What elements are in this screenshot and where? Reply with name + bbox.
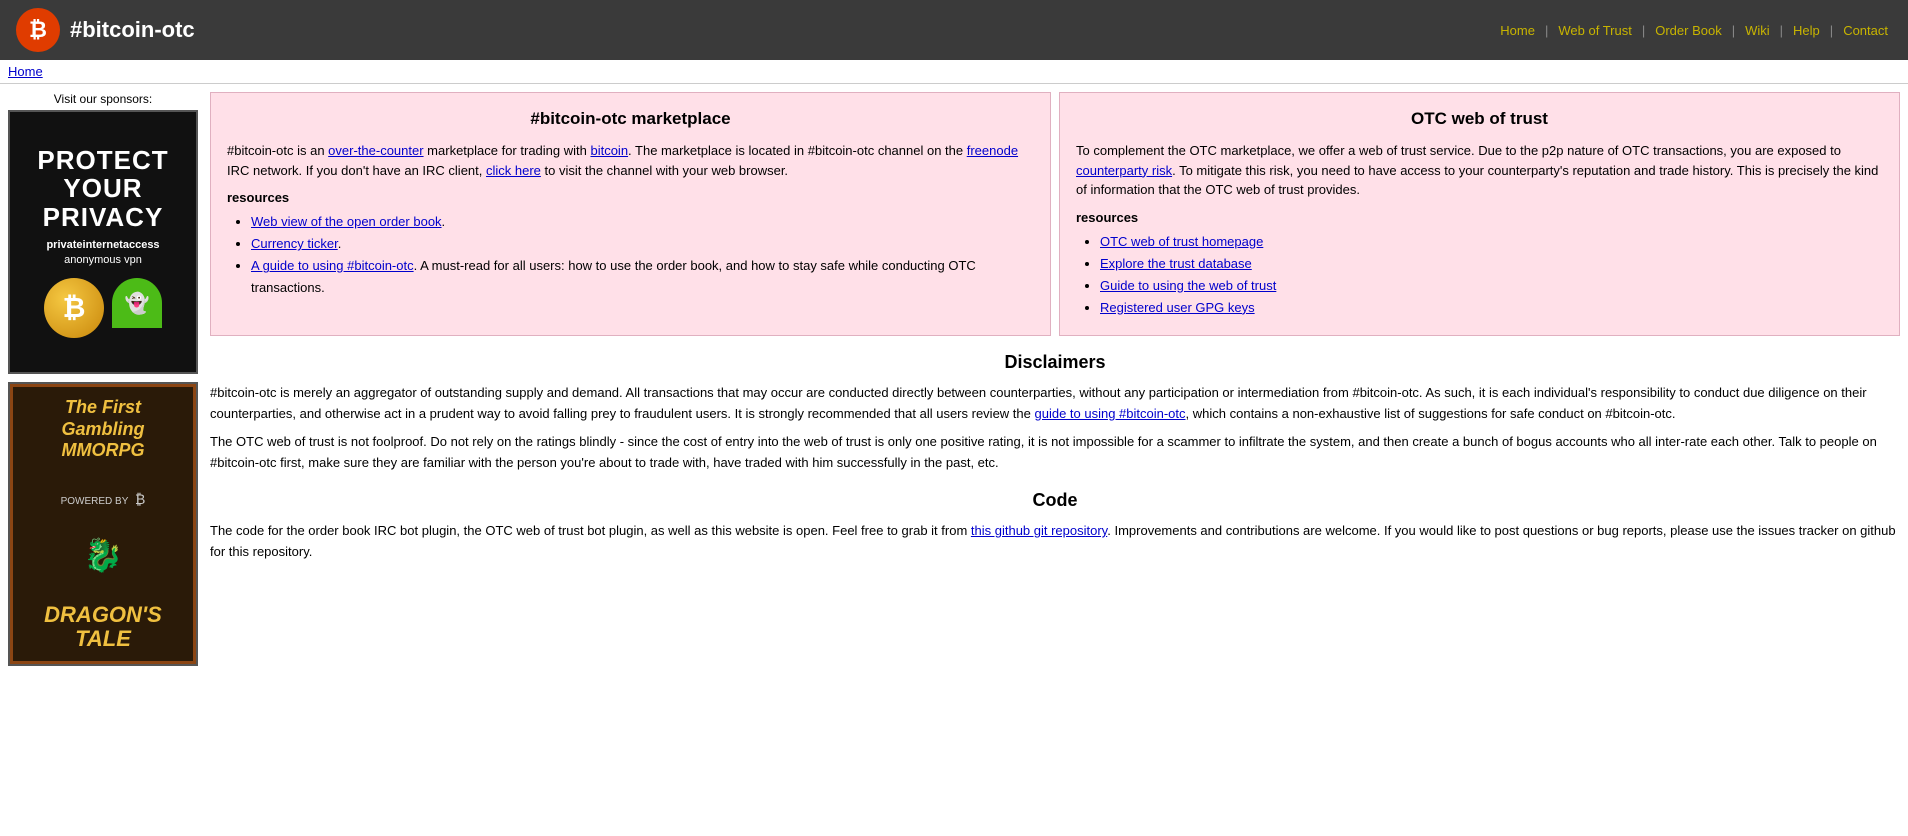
wot-title: OTC web of trust bbox=[1076, 109, 1883, 129]
header-logo: ₿ #bitcoin-otc bbox=[16, 8, 195, 52]
code-title: Code bbox=[210, 490, 1900, 511]
dragon-icon: 🐉 bbox=[83, 536, 123, 574]
main-nav: Home | Web of Trust | Order Book | Wiki … bbox=[1496, 21, 1892, 40]
nav-help[interactable]: Help bbox=[1789, 21, 1824, 40]
nav-sep-1: | bbox=[1545, 23, 1548, 38]
sponsor-1-icons: ₿ 👻 bbox=[44, 278, 162, 338]
link-wot-homepage[interactable]: OTC web of trust homepage bbox=[1100, 234, 1263, 249]
sponsors-label: Visit our sponsors: bbox=[8, 92, 198, 106]
marketplace-resources-label: resources bbox=[227, 190, 1034, 205]
bitcoin-logo-icon: ₿ bbox=[16, 8, 60, 52]
marketplace-resources-list: Web view of the open order book. Currenc… bbox=[227, 211, 1034, 299]
ghost-icon: 👻 bbox=[112, 278, 162, 328]
link-click-here[interactable]: click here bbox=[486, 163, 541, 178]
page-wrap: Visit our sponsors: PROTECTYOURPRIVACY p… bbox=[0, 84, 1908, 682]
nav-wot[interactable]: Web of Trust bbox=[1554, 21, 1635, 40]
sponsor-1-box[interactable]: PROTECTYOURPRIVACY privateinternetaccess… bbox=[8, 110, 198, 374]
code-section: Code The code for the order book IRC bot… bbox=[210, 490, 1900, 563]
nav-contact[interactable]: Contact bbox=[1839, 21, 1892, 40]
link-guide-wot[interactable]: Guide to using the web of trust bbox=[1100, 278, 1276, 293]
site-title: #bitcoin-otc bbox=[70, 17, 195, 43]
wot-paragraph: To complement the OTC marketplace, we of… bbox=[1076, 141, 1883, 200]
list-item: Web view of the open order book. bbox=[251, 211, 1034, 233]
sponsor-1-title: PROTECTYOURPRIVACY bbox=[37, 146, 168, 232]
list-item: Currency ticker. bbox=[251, 233, 1034, 255]
nav-wiki[interactable]: Wiki bbox=[1741, 21, 1774, 40]
sponsor-2-box[interactable]: The FirstGamblingMMORPG POWERED BY ₿ 🐉 D… bbox=[8, 382, 198, 666]
list-item: A guide to using #bitcoin-otc. A must-re… bbox=[251, 255, 1034, 299]
nav-home[interactable]: Home bbox=[1496, 21, 1539, 40]
sidebar: Visit our sponsors: PROTECTYOURPRIVACY p… bbox=[8, 92, 198, 674]
sponsor-1-content: PROTECTYOURPRIVACY privateinternetaccess… bbox=[10, 112, 196, 372]
link-disclaimers-guide[interactable]: guide to using #bitcoin-otc bbox=[1034, 406, 1185, 421]
bitcoin-coin-icon: ₿ bbox=[44, 278, 104, 338]
nav-sep-5: | bbox=[1830, 23, 1833, 38]
link-trust-db[interactable]: Explore the trust database bbox=[1100, 256, 1252, 271]
disclaimers-section: Disclaimers #bitcoin-otc is merely an ag… bbox=[210, 352, 1900, 474]
sponsor-2-sub: POWERED BY ₿ bbox=[61, 491, 146, 507]
nav-sep-2: | bbox=[1642, 23, 1645, 38]
list-item: Explore the trust database bbox=[1100, 253, 1883, 275]
main-content: #bitcoin-otc marketplace #bitcoin-otc is… bbox=[210, 92, 1900, 674]
code-paragraph: The code for the order book IRC bot plug… bbox=[210, 521, 1900, 563]
wot-resources-label: resources bbox=[1076, 210, 1883, 225]
sponsor-2-title: The FirstGamblingMMORPG bbox=[61, 397, 144, 462]
nav-sep-3: | bbox=[1732, 23, 1735, 38]
list-item: OTC web of trust homepage bbox=[1100, 231, 1883, 253]
link-currency-ticker[interactable]: Currency ticker bbox=[251, 236, 338, 251]
sponsor-1-sub: privateinternetaccess anonymous vpn bbox=[46, 238, 159, 269]
wot-resources-list: OTC web of trust homepage Explore the tr… bbox=[1076, 231, 1883, 319]
link-freenode[interactable]: freenode bbox=[967, 143, 1018, 158]
marketplace-card: #bitcoin-otc marketplace #bitcoin-otc is… bbox=[210, 92, 1051, 336]
marketplace-title: #bitcoin-otc marketplace bbox=[227, 109, 1034, 129]
nav-sep-4: | bbox=[1780, 23, 1783, 38]
link-github[interactable]: this github git repository bbox=[971, 523, 1107, 538]
disclaimers-title: Disclaimers bbox=[210, 352, 1900, 373]
disclaimers-para1: #bitcoin-otc is merely an aggregator of … bbox=[210, 383, 1900, 425]
link-gpg-keys[interactable]: Registered user GPG keys bbox=[1100, 300, 1255, 315]
list-item: Guide to using the web of trust bbox=[1100, 275, 1883, 297]
link-otc[interactable]: over-the-counter bbox=[328, 143, 423, 158]
cards-row: #bitcoin-otc marketplace #bitcoin-otc is… bbox=[210, 92, 1900, 336]
nav-orderbook[interactable]: Order Book bbox=[1651, 21, 1725, 40]
marketplace-paragraph: #bitcoin-otc is an over-the-counter mark… bbox=[227, 141, 1034, 180]
link-guide[interactable]: A guide to using #bitcoin-otc bbox=[251, 258, 414, 273]
link-bitcoin[interactable]: bitcoin bbox=[590, 143, 628, 158]
sponsor-2-content: The FirstGamblingMMORPG POWERED BY ₿ 🐉 D… bbox=[10, 384, 196, 664]
sponsor-2-logo: DRAGON'STALE bbox=[44, 603, 162, 651]
breadcrumb-bar: Home bbox=[0, 60, 1908, 84]
list-item: Registered user GPG keys bbox=[1100, 297, 1883, 319]
wot-card: OTC web of trust To complement the OTC m… bbox=[1059, 92, 1900, 336]
breadcrumb-home[interactable]: Home bbox=[8, 64, 43, 79]
link-web-view[interactable]: Web view of the open order book bbox=[251, 214, 442, 229]
link-counterparty-risk[interactable]: counterparty risk bbox=[1076, 163, 1172, 178]
disclaimers-para2: The OTC web of trust is not foolproof. D… bbox=[210, 432, 1900, 474]
header: ₿ #bitcoin-otc Home | Web of Trust | Ord… bbox=[0, 0, 1908, 60]
